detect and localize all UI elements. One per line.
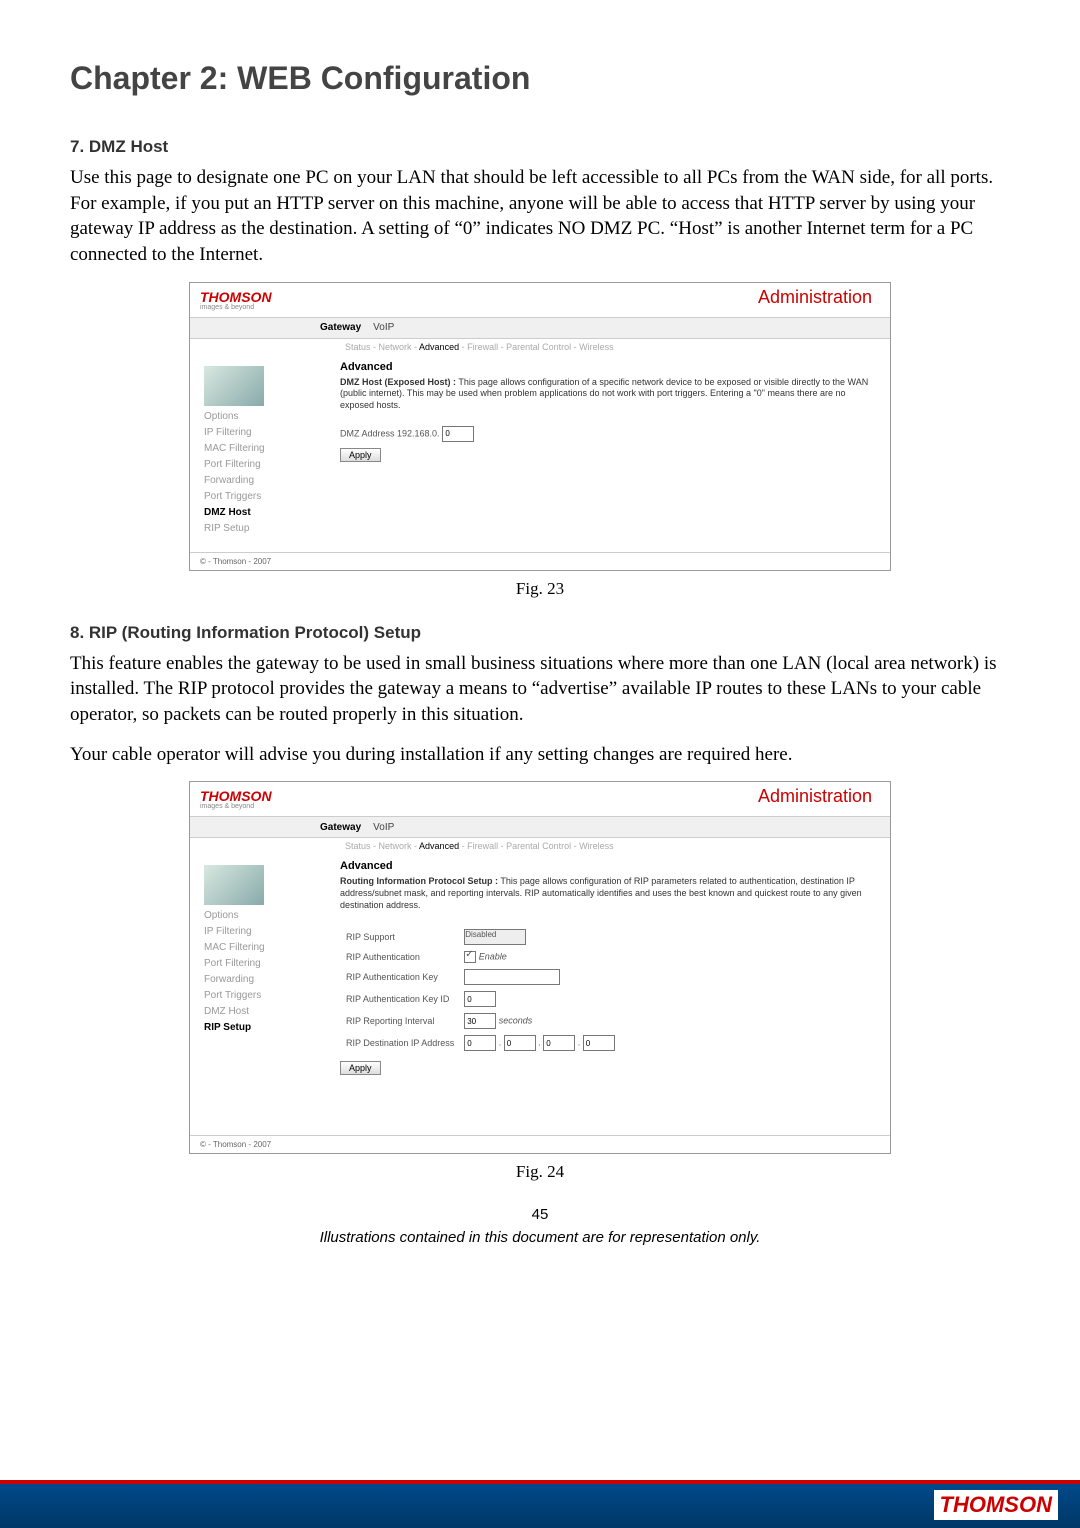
sidebar: Options IP Filtering MAC Filtering Port … — [190, 854, 334, 1135]
sidebar-item-port-filtering[interactable]: Port Filtering — [204, 459, 334, 470]
content-section-title: Advanced — [340, 860, 876, 872]
sidebar-item-rip-setup[interactable]: RIP Setup — [204, 523, 334, 534]
page-footer: THOMSON — [0, 1480, 1080, 1528]
figure-23-caption: Fig. 23 — [70, 579, 1010, 599]
section-7-body: Use this page to designate one PC on you… — [70, 165, 1010, 268]
apply-button[interactable]: Apply — [340, 1061, 381, 1075]
sidebar-item-ip-filtering[interactable]: IP Filtering — [204, 926, 334, 937]
subnav-parental[interactable]: Parental Control — [506, 841, 571, 851]
dmz-description: DMZ Host (Exposed Host) : This page allo… — [340, 377, 876, 412]
rip-interval-input[interactable] — [464, 1013, 496, 1029]
sidebar-item-options[interactable]: Options — [204, 411, 334, 422]
section-8-body-1: This feature enables the gateway to be u… — [70, 651, 1010, 728]
tab-voip[interactable]: VoIP — [373, 322, 394, 333]
sidebar-item-rip-setup[interactable]: RIP Setup — [204, 1022, 334, 1033]
sidebar-item-forwarding[interactable]: Forwarding — [204, 475, 334, 486]
screenshot-dmz: THOMSON images & beyond Administration G… — [189, 282, 891, 571]
top-tabs: Gateway VoIP — [190, 317, 890, 339]
content-section-title: Advanced — [340, 361, 876, 373]
sidebar-item-forwarding[interactable]: Forwarding — [204, 974, 334, 985]
rip-key-input[interactable] — [464, 969, 560, 985]
section-8-heading: 8. RIP (Routing Information Protocol) Se… — [70, 623, 1010, 643]
subnav-firewall[interactable]: Firewall — [467, 841, 498, 851]
figure-24-caption: Fig. 24 — [70, 1162, 1010, 1182]
thomson-logo: THOMSON — [200, 289, 272, 305]
page-number: 45 — [70, 1206, 1010, 1223]
subnav-firewall[interactable]: Firewall — [467, 342, 498, 352]
sub-nav: Status - Network - Advanced - Firewall -… — [190, 339, 890, 355]
rip-keyid-label: RIP Authentication Key ID — [342, 989, 458, 1009]
sidebar-item-options[interactable]: Options — [204, 910, 334, 921]
footer-stripe — [0, 1480, 1080, 1484]
subnav-advanced[interactable]: Advanced — [419, 342, 459, 352]
top-tabs: Gateway VoIP — [190, 816, 890, 838]
dmz-address-label: DMZ Address 192.168.0. — [340, 428, 440, 438]
sidebar-item-dmz-host[interactable]: DMZ Host — [204, 1006, 334, 1017]
sidebar-item-port-triggers[interactable]: Port Triggers — [204, 990, 334, 1001]
rip-key-label: RIP Authentication Key — [342, 967, 458, 987]
rip-auth-enable-text: Enable — [479, 952, 507, 962]
rip-interval-unit: seconds — [499, 1016, 533, 1026]
chapter-title: Chapter 2: WEB Configuration — [70, 60, 1010, 97]
rip-dest-c[interactable] — [543, 1035, 575, 1051]
rip-auth-checkbox[interactable] — [464, 951, 476, 963]
sidebar-item-mac-filtering[interactable]: MAC Filtering — [204, 942, 334, 953]
subnav-parental[interactable]: Parental Control — [506, 342, 571, 352]
rip-support-select[interactable]: Disabled — [464, 929, 526, 945]
subnav-network[interactable]: Network — [379, 342, 412, 352]
rip-support-label: RIP Support — [342, 927, 458, 947]
tab-gateway[interactable]: Gateway — [320, 322, 361, 333]
sidebar-item-port-triggers[interactable]: Port Triggers — [204, 491, 334, 502]
disclaimer: Illustrations contained in this document… — [70, 1229, 1010, 1246]
tab-gateway[interactable]: Gateway — [320, 822, 361, 833]
tab-voip[interactable]: VoIP — [373, 822, 394, 833]
sidebar-item-dmz-host[interactable]: DMZ Host — [204, 507, 334, 518]
rip-dest-label: RIP Destination IP Address — [342, 1033, 458, 1053]
rip-keyid-input[interactable] — [464, 991, 496, 1007]
sidebar-image — [204, 366, 264, 406]
thomson-tagline: images & beyond — [200, 304, 254, 311]
section-8-body-2: Your cable operator will advise you duri… — [70, 742, 1010, 768]
sidebar-item-ip-filtering[interactable]: IP Filtering — [204, 427, 334, 438]
apply-button[interactable]: Apply — [340, 448, 381, 462]
copyright: © - Thomson - 2007 — [190, 552, 890, 570]
rip-interval-label: RIP Reporting Interval — [342, 1011, 458, 1031]
rip-description: Routing Information Protocol Setup : Thi… — [340, 876, 876, 911]
sidebar: Options IP Filtering MAC Filtering Port … — [190, 355, 334, 552]
thomson-logo: THOMSON — [200, 788, 272, 804]
subnav-status[interactable]: Status — [345, 342, 371, 352]
thomson-tagline: images & beyond — [200, 803, 254, 810]
rip-auth-label: RIP Authentication — [342, 949, 458, 965]
subnav-wireless[interactable]: Wireless — [579, 342, 614, 352]
section-7-heading: 7. DMZ Host — [70, 137, 1010, 157]
subnav-advanced[interactable]: Advanced — [419, 841, 459, 851]
rip-dest-b[interactable] — [504, 1035, 536, 1051]
dmz-address-input[interactable] — [442, 426, 474, 442]
admin-title: Administration — [758, 287, 872, 308]
rip-dest-d[interactable] — [583, 1035, 615, 1051]
sidebar-item-port-filtering[interactable]: Port Filtering — [204, 958, 334, 969]
subnav-status[interactable]: Status — [345, 841, 371, 851]
sub-nav: Status - Network - Advanced - Firewall -… — [190, 838, 890, 854]
copyright: © - Thomson - 2007 — [190, 1135, 890, 1153]
sidebar-item-mac-filtering[interactable]: MAC Filtering — [204, 443, 334, 454]
subnav-network[interactable]: Network — [379, 841, 412, 851]
admin-title: Administration — [758, 786, 872, 807]
screenshot-rip: THOMSON images & beyond Administration G… — [189, 781, 891, 1154]
rip-dest-a[interactable] — [464, 1035, 496, 1051]
footer-logo: THOMSON — [934, 1490, 1058, 1520]
sidebar-image — [204, 865, 264, 905]
subnav-wireless[interactable]: Wireless — [579, 841, 614, 851]
